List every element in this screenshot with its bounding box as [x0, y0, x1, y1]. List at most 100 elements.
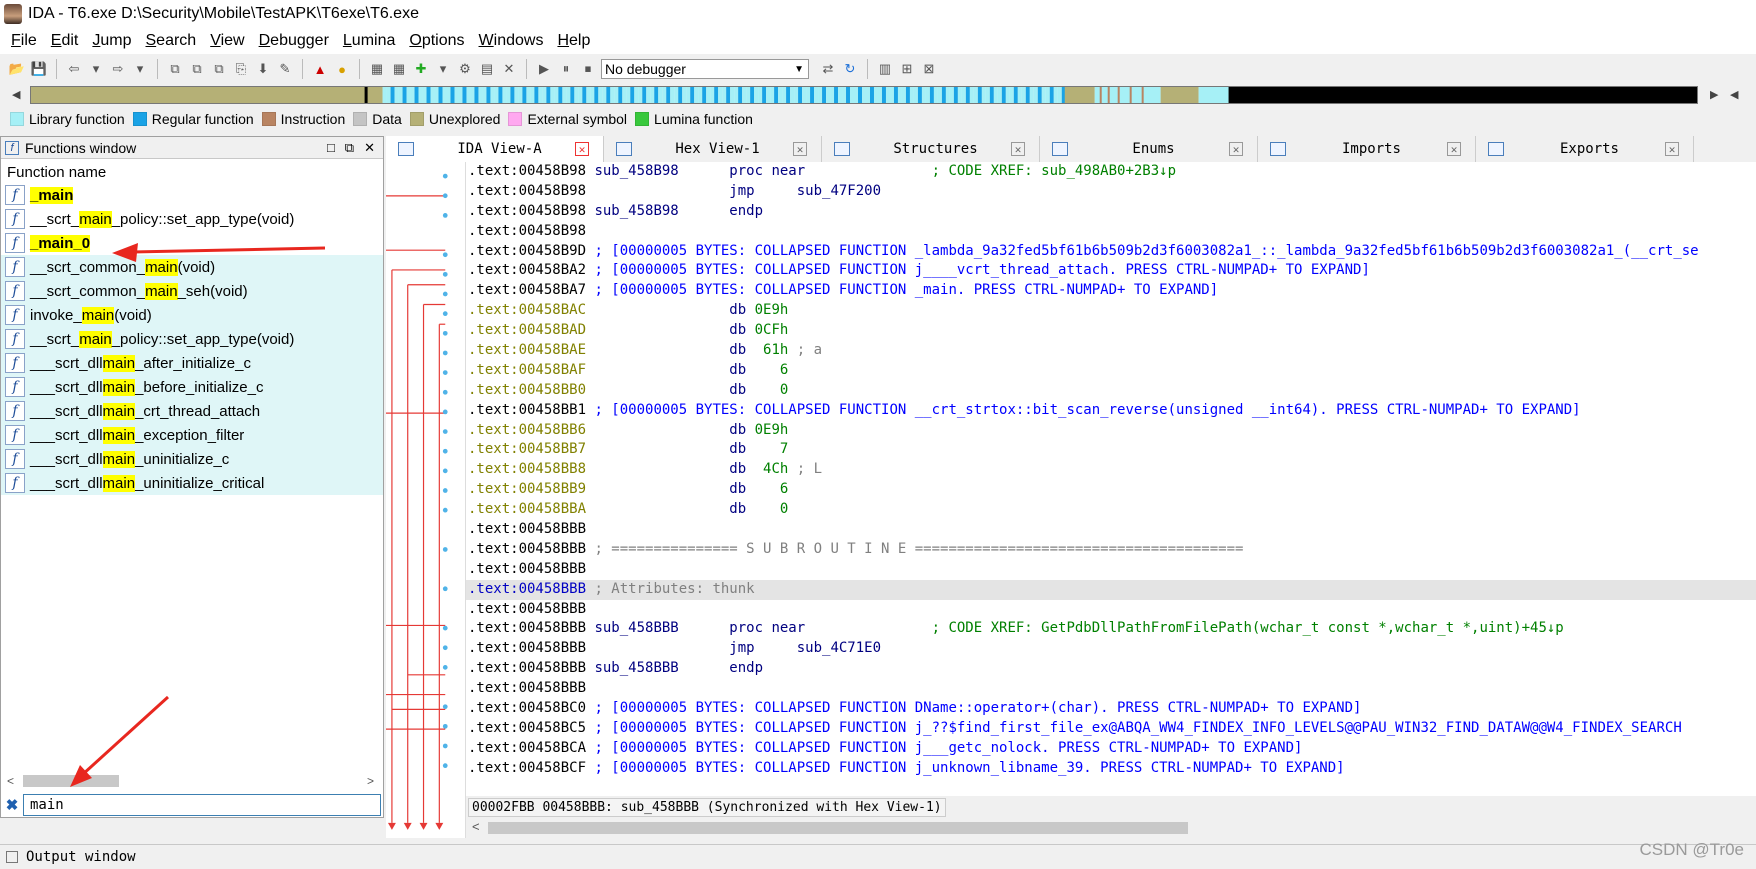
disasm-line[interactable]: .text:00458BBA db 0 — [466, 500, 1756, 520]
close-icon[interactable]: ✕ — [1011, 142, 1025, 156]
paste-icon[interactable]: ⎘ — [232, 60, 250, 78]
tool-icon[interactable]: ⚙ — [456, 60, 474, 78]
tab-hex-view-1[interactable]: Hex View-1 ✕ — [604, 136, 822, 162]
struct2-icon[interactable]: ▦ — [390, 60, 408, 78]
navigation-band[interactable] — [30, 86, 1698, 104]
disasm-line[interactable]: .text:00458B98 sub_458B98 endp — [466, 202, 1756, 222]
function-row[interactable]: f invoke_main(void) — [1, 303, 383, 327]
function-row[interactable]: f __scrt_common_main_seh(void) — [1, 279, 383, 303]
disasm-line[interactable]: .text:00458BB8 db 4Ch ; L — [466, 460, 1756, 480]
menu-item-debugger[interactable]: Debugger — [252, 32, 336, 50]
output-window-bar[interactable]: Output window — [0, 844, 1756, 869]
disasm-line[interactable]: .text:00458BAE db 61h ; a — [466, 341, 1756, 361]
function-row[interactable]: f ___scrt_dllmain_uninitialize_c — [1, 447, 383, 471]
restore-icon[interactable]: □ — [327, 140, 335, 156]
menu-item-view[interactable]: View — [203, 32, 251, 50]
lumina-icon[interactable]: ● — [333, 60, 351, 78]
pause-icon[interactable]: ⏸ — [557, 60, 575, 78]
struct-icon[interactable]: ▦ — [368, 60, 386, 78]
disassembly-view[interactable]: .text:00458B98 sub_458B98 proc near ; CO… — [466, 162, 1756, 796]
nav-left-icon[interactable]: ◀ — [12, 88, 20, 101]
save-icon[interactable]: 💾 — [30, 60, 48, 78]
close-icon[interactable]: ✕ — [793, 142, 807, 156]
back-dropdown-icon[interactable]: ▾ — [87, 60, 105, 78]
debugger-select[interactable]: No debugger ▼ — [601, 59, 809, 79]
disasm-line[interactable]: .text:00458B9D ; [00000005 BYTES: COLLAP… — [466, 242, 1756, 262]
disasm-line[interactable]: .text:00458BAD db 0CFh — [466, 321, 1756, 341]
forward-dropdown-icon[interactable]: ▾ — [131, 60, 149, 78]
function-row[interactable]: f __scrt_main_policy::set_app_type(void) — [1, 207, 383, 231]
disasm-line[interactable]: .text:00458BB7 db 7 — [466, 440, 1756, 460]
forward-icon[interactable]: ⇨ — [109, 60, 127, 78]
attach-icon[interactable]: ⇄ — [819, 60, 837, 78]
function-row[interactable]: f ___scrt_dllmain_crt_thread_attach — [1, 399, 383, 423]
nav-end-icon[interactable]: ◀ — [1730, 88, 1738, 101]
disasm-line[interactable]: .text:00458B98 — [466, 222, 1756, 242]
menu-item-help[interactable]: Help — [550, 32, 597, 50]
list-icon[interactable]: ▥ — [876, 60, 894, 78]
close-icon[interactable]: ✕ — [1229, 142, 1243, 156]
graph-icon[interactable]: ▲ — [311, 60, 329, 78]
clear-filter-icon[interactable]: ✖ — [1, 796, 23, 814]
filter-input[interactable]: main — [23, 794, 381, 816]
open-icon[interactable]: 📂 — [8, 60, 26, 78]
function-row[interactable]: f _main_0 — [1, 231, 383, 255]
disasm-line[interactable]: .text:00458B98 jmp sub_47F200 — [466, 182, 1756, 202]
disasm-line[interactable]: .text:00458B98 sub_458B98 proc near ; CO… — [466, 162, 1756, 182]
breakpoint-del-icon[interactable]: ⊠ — [920, 60, 938, 78]
float-icon[interactable]: ⧉ — [345, 140, 354, 156]
menu-item-jump[interactable]: Jump — [85, 32, 138, 50]
scroll-left-icon[interactable]: < — [7, 774, 14, 788]
function-row[interactable]: f ___scrt_dllmain_after_initialize_c — [1, 351, 383, 375]
patch-icon[interactable]: ✎ — [276, 60, 294, 78]
add-dropdown-icon[interactable]: ▾ — [434, 60, 452, 78]
disasm-line[interactable]: .text:00458BBB — [466, 600, 1756, 620]
disasm-line[interactable]: .text:00458BA7 ; [00000005 BYTES: COLLAP… — [466, 281, 1756, 301]
menu-item-edit[interactable]: Edit — [44, 32, 86, 50]
functions-horizontal-scrollbar[interactable]: < > — [1, 772, 383, 790]
disasm-line[interactable]: .text:00458BB9 db 6 — [466, 480, 1756, 500]
scroll-thumb[interactable] — [488, 822, 1188, 834]
menu-item-options[interactable]: Options — [402, 32, 471, 50]
scroll-right-icon[interactable]: > — [367, 774, 374, 788]
function-row[interactable]: f ___scrt_dllmain_uninitialize_critical — [1, 471, 383, 495]
close-icon[interactable]: ✕ — [364, 140, 375, 156]
disasm-line[interactable]: .text:00458BBB sub_458BBB endp — [466, 659, 1756, 679]
disasm-line[interactable]: .text:00458BB0 db 0 — [466, 381, 1756, 401]
scroll-left-icon[interactable]: < — [472, 819, 480, 834]
refresh-icon[interactable]: ↻ — [841, 60, 859, 78]
down-arrow-icon[interactable]: ⬇ — [254, 60, 272, 78]
disasm-line[interactable]: .text:00458BB1 ; [00000005 BYTES: COLLAP… — [466, 401, 1756, 421]
menu-item-lumina[interactable]: Lumina — [336, 32, 402, 50]
disasm-line[interactable]: .text:00458BBB ; =============== S U B R… — [466, 540, 1756, 560]
tab-structures[interactable]: Structures ✕ — [822, 136, 1040, 162]
disasm-line[interactable]: .text:00458BAF db 6 — [466, 361, 1756, 381]
copy-icon[interactable]: ⧉ — [166, 60, 184, 78]
disasm-line[interactable]: .text:00458BBB jmp sub_4C71E0 — [466, 639, 1756, 659]
function-row[interactable]: f __scrt_common_main(void) — [1, 255, 383, 279]
back-icon[interactable]: ⇦ — [65, 60, 83, 78]
tab-imports[interactable]: Imports ✕ — [1258, 136, 1476, 162]
close-icon[interactable]: ✕ — [575, 142, 589, 156]
tool2-icon[interactable]: ▤ — [478, 60, 496, 78]
disasm-line[interactable]: .text:00458BBB — [466, 560, 1756, 580]
disassembly-horizontal-scrollbar[interactable]: < — [466, 818, 1756, 838]
close-icon[interactable]: ✕ — [1447, 142, 1461, 156]
breakpoint-icon[interactable]: ⊞ — [898, 60, 916, 78]
tab-exports[interactable]: Exports ✕ — [1476, 136, 1694, 162]
function-row[interactable]: f ___scrt_dllmain_before_initialize_c — [1, 375, 383, 399]
function-row[interactable]: f _main — [1, 183, 383, 207]
scroll-thumb[interactable] — [23, 775, 119, 787]
disasm-line[interactable]: .text:00458BC0 ; [00000005 BYTES: COLLAP… — [466, 699, 1756, 719]
copy2-icon[interactable]: ⧉ — [188, 60, 206, 78]
disasm-line[interactable]: .text:00458BCF ; [00000005 BYTES: COLLAP… — [466, 759, 1756, 779]
close-icon[interactable]: ✕ — [1665, 142, 1679, 156]
menu-item-file[interactable]: File — [4, 32, 44, 50]
play-icon[interactable]: ▶ — [535, 60, 553, 78]
disasm-line[interactable]: .text:00458BAC db 0E9h — [466, 301, 1756, 321]
disasm-line[interactable]: .text:00458BBB — [466, 679, 1756, 699]
copy3-icon[interactable]: ⧉ — [210, 60, 228, 78]
disasm-line[interactable]: .text:00458BA2 ; [00000005 BYTES: COLLAP… — [466, 261, 1756, 281]
disasm-line[interactable]: .text:00458BBB ; Attributes: thunk — [466, 579, 1756, 600]
disasm-line[interactable]: .text:00458BC5 ; [00000005 BYTES: COLLAP… — [466, 719, 1756, 739]
